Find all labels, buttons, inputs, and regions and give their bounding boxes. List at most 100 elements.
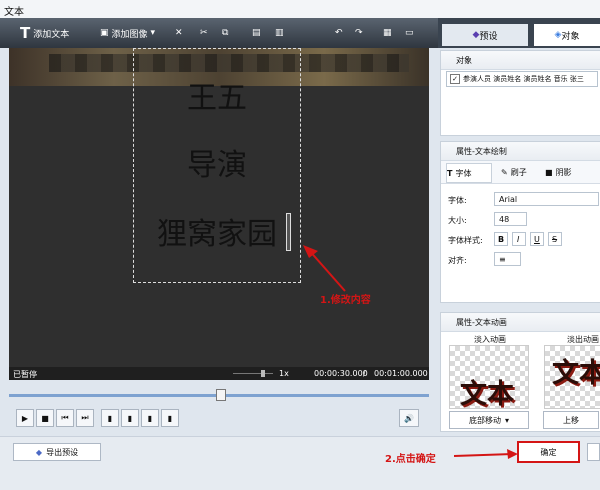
font-field[interactable]: Arial (494, 192, 599, 206)
bold-button[interactable]: B (494, 232, 508, 246)
mark-button-2[interactable]: ▮ (121, 409, 139, 427)
chevron-down-icon: ▾ (504, 415, 509, 425)
playback-status: 已暂停 (13, 370, 37, 379)
text-properties-tabs: T 字体 ✎ 刷子 ■ 阴影 (441, 161, 600, 184)
undo-button[interactable]: ↶ (335, 24, 343, 42)
align-right-button[interactable]: ▥ (275, 24, 284, 42)
cut-button[interactable]: ✂ (200, 24, 208, 42)
mark-button-1[interactable]: ▮ (101, 409, 119, 427)
object-icon: ◈ (554, 30, 562, 40)
cut-icon: ✂ (200, 28, 208, 38)
tab-preset[interactable]: ◆ 预设 (442, 24, 528, 46)
marker-icon: ▮ (147, 413, 153, 423)
next-button[interactable]: ⏭ (76, 409, 94, 427)
annotation-arrow-2 (454, 449, 518, 459)
text-properties-title: 属性-文本绘制 (456, 146, 507, 156)
align-label: 对齐: (448, 256, 467, 265)
credit-line-2: 导演 (187, 148, 247, 183)
marker-icon: ▮ (107, 413, 113, 423)
next-icon: ⏭ (81, 413, 89, 422)
shadow-icon: ■ (545, 167, 553, 177)
preset-icon: ◆ (472, 30, 480, 40)
font-label: 字体: (448, 196, 467, 205)
tab-font[interactable]: T 字体 (446, 163, 492, 183)
size-label: 大小: (448, 216, 467, 225)
add-text-button[interactable]: T 添加文本 (20, 24, 69, 42)
export-preset-label: 导出预设 (46, 447, 79, 457)
redo-button[interactable]: ↷ (355, 24, 363, 42)
time-separator: / (363, 369, 366, 378)
monitor-button[interactable]: ▭ (405, 24, 414, 42)
text-icon: T (20, 24, 31, 42)
close-icon: ✕ (175, 28, 183, 38)
strikethrough-button[interactable]: S (548, 232, 562, 246)
total-time: 00:01:00.000 (374, 369, 428, 378)
window-title-bar: 文本 (0, 0, 600, 19)
delete-button[interactable]: ✕ (175, 24, 183, 42)
text-animation-panel: 属性-文本动画 淡入动画 淡出动画 文本 文本 底部移动 ▾ 上移 (440, 312, 600, 432)
ok-label: 确定 (540, 447, 557, 457)
text-animation-title: 属性-文本动画 (456, 317, 507, 327)
current-time: 00:00:30.000 (314, 369, 368, 378)
export-preset-button[interactable]: ◆ 导出预设 (13, 443, 101, 461)
object-panel-title: 对象 (456, 55, 472, 65)
object-list-item[interactable]: ✓ 参演人员 演员姓名 演员姓名 音乐 张三 (446, 71, 598, 87)
add-image-label: 添加图像 (111, 29, 148, 40)
fade-out-sample: 文本 (552, 358, 600, 389)
stop-icon: ■ (41, 413, 49, 423)
object-panel-header: 对象 (441, 51, 600, 70)
fade-out-thumbnail[interactable]: 文本 (544, 345, 600, 409)
tab-shadow[interactable]: ■ 阴影 (545, 163, 585, 181)
tab-font-label: 字体 (455, 168, 472, 178)
text-animation-header: 属性-文本动画 (441, 313, 600, 332)
mark-button-4[interactable]: ▮ (161, 409, 179, 427)
grid-button[interactable]: ▦ (383, 24, 392, 42)
fade-in-option: 底部移动 (468, 415, 501, 425)
align-dropdown[interactable]: ≡ (494, 252, 521, 266)
align-left-button[interactable]: ▤ (252, 24, 261, 42)
tab-object[interactable]: ◈ 对象 (534, 24, 600, 46)
playback-controls: ▶ ■ ⏮ ⏭ ▮ ▮ ▮ ▮ 🔊 (9, 407, 429, 429)
italic-button[interactable]: I (512, 232, 526, 246)
fade-out-dropdown[interactable]: 上移 (543, 411, 599, 429)
timeline-slider[interactable] (9, 389, 429, 401)
fade-in-thumbnail[interactable]: 文本 (449, 345, 529, 410)
fade-in-dropdown[interactable]: 底部移动 ▾ (449, 411, 529, 429)
add-text-label: 添加文本 (33, 29, 70, 40)
speed-slider-handle[interactable] (261, 370, 265, 377)
timeline-handle[interactable] (216, 389, 226, 401)
text-properties-header: 属性-文本绘制 (441, 142, 600, 161)
cancel-button-partial[interactable] (587, 443, 600, 461)
object-item-label: 参演人员 演员姓名 演员姓名 音乐 张三 (463, 75, 584, 83)
tab-brush[interactable]: ✎ 刷子 (501, 163, 537, 181)
tab-preset-label: 预设 (479, 31, 498, 42)
checkbox[interactable]: ✓ (450, 74, 460, 84)
object-panel: 对象 ✓ 参演人员 演员姓名 演员姓名 音乐 张三 (440, 50, 600, 136)
underline-button[interactable]: U (530, 232, 544, 246)
play-button[interactable]: ▶ (16, 409, 34, 427)
align-center-icon: ≡ (499, 254, 506, 264)
tab-object-label: 对象 (561, 31, 580, 42)
size-field[interactable]: 48 (494, 212, 527, 226)
image-icon: ▣ (100, 28, 109, 38)
text-frame[interactable]: 王五 导演 狸窝家园 (133, 48, 301, 283)
fade-in-label: 淡入动画 (474, 335, 506, 344)
window-title: 文本 (4, 7, 24, 18)
fade-out-label: 淡出动画 (567, 335, 599, 344)
tab-shadow-label: 阴影 (555, 167, 572, 177)
marker-icon: ▮ (167, 413, 173, 423)
add-image-button[interactable]: ▣ 添加图像 ▾ (100, 24, 155, 42)
main-toolbar: T 添加文本 ▣ 添加图像 ▾ ✕ ✂ ⧉ ▤ ▥ ↶ ↷ ▦ ▭ (0, 18, 438, 48)
chevron-down-icon[interactable]: ▾ (151, 28, 156, 38)
speed-slider[interactable] (233, 373, 273, 374)
copy-button[interactable]: ⧉ (222, 24, 228, 42)
mark-button-3[interactable]: ▮ (141, 409, 159, 427)
prev-button[interactable]: ⏮ (56, 409, 74, 427)
text-icon: T (447, 168, 453, 178)
fade-in-sample: 文本 (460, 379, 514, 410)
monitor-icon: ▭ (405, 28, 414, 38)
brush-icon: ✎ (501, 167, 508, 177)
ok-button[interactable]: 确定 (517, 441, 580, 463)
volume-button[interactable]: 🔊 (399, 409, 419, 427)
stop-button[interactable]: ■ (36, 409, 54, 427)
